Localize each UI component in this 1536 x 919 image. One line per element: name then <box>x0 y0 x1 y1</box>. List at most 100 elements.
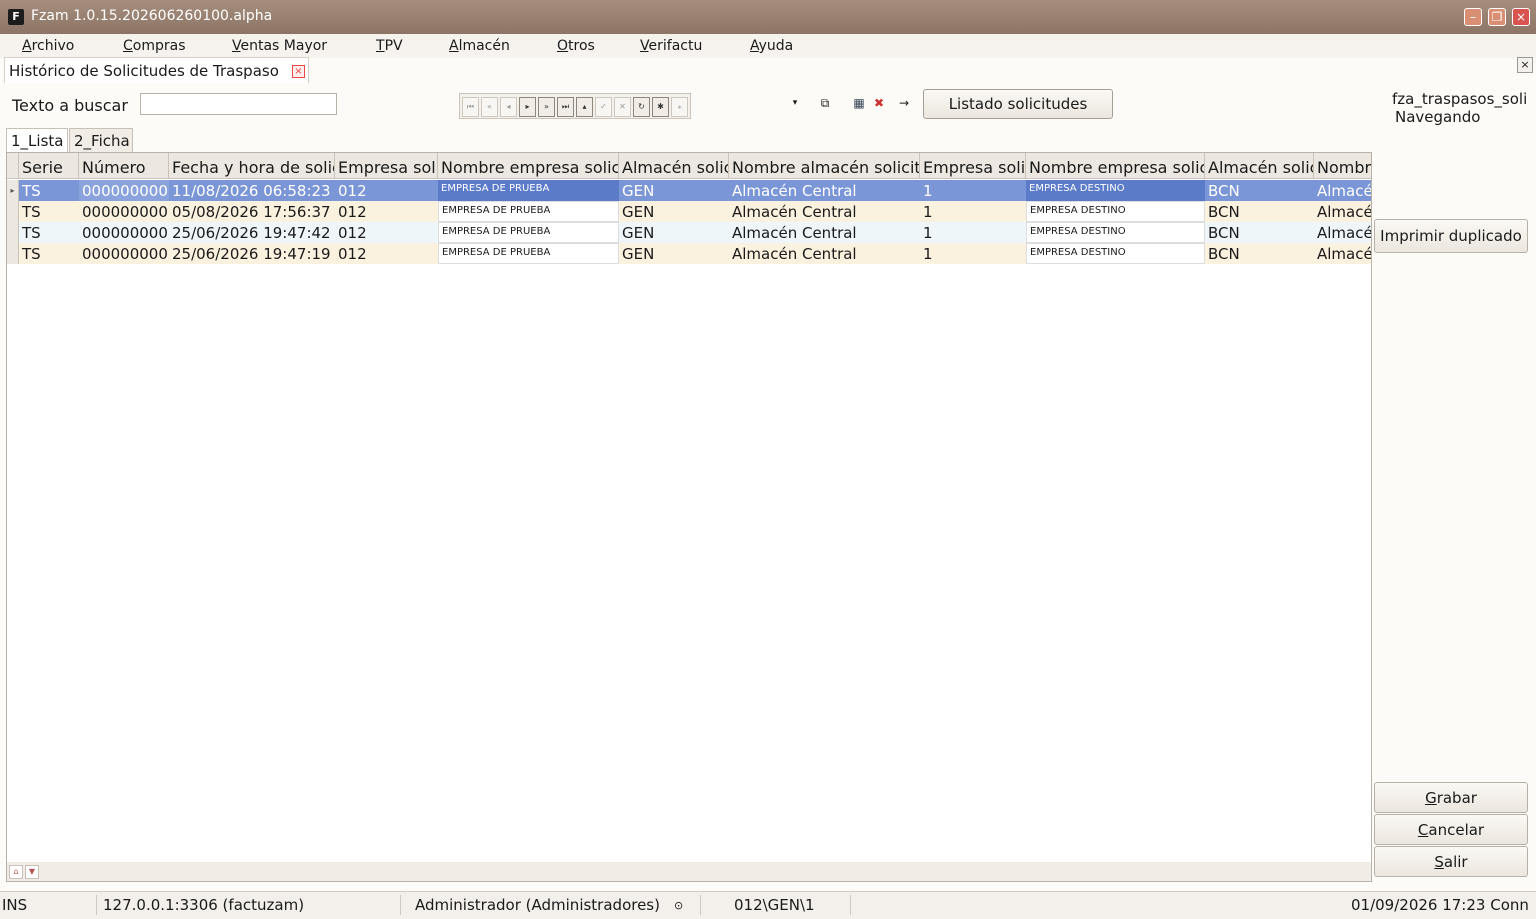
filter-icon[interactable]: ⁎ <box>671 97 688 117</box>
column-header[interactable]: Serie <box>19 153 79 179</box>
menu-almacen[interactable]: Almacén <box>449 38 510 54</box>
table-cell[interactable]: 1 <box>920 243 1026 264</box>
table-row[interactable]: TS 000000000 25/06/2026 19:47:19 012 EMPRESA… <box>7 243 1371 264</box>
column-header[interactable]: Nombre empresa solicit <box>1026 153 1205 179</box>
delete-icon[interactable]: ✖ <box>872 96 886 110</box>
table-cell[interactable]: 11/08/2026 06:58:23 <box>169 180 335 201</box>
grid-options-icon[interactable]: ⌂ <box>9 865 23 879</box>
table-cell[interactable]: 012 <box>335 243 438 264</box>
table-cell[interactable]: EMPRESA DESTINO <box>1026 243 1205 264</box>
next-page-icon[interactable]: » <box>538 97 555 117</box>
table-cell[interactable]: EMPRESA DE PRUEBA <box>438 180 619 201</box>
table-cell[interactable]: EMPRESA DESTINO <box>1026 201 1205 222</box>
arrow-right-icon[interactable]: → <box>897 96 911 110</box>
table-cell[interactable]: GEN <box>619 201 729 222</box>
table-cell[interactable]: TS <box>19 180 79 201</box>
table-cell[interactable]: EMPRESA DESTINO <box>1026 180 1205 201</box>
column-header[interactable]: Nombr <box>1314 153 1371 179</box>
data-grid[interactable]: Serie Número Fecha y hora de solici Empresa… <box>6 152 1372 882</box>
column-header[interactable]: Fecha y hora de solici <box>169 153 335 179</box>
table-row[interactable]: TS 000000000 05/08/2026 17:56:37 012 EMPRESA… <box>7 201 1371 222</box>
table-cell[interactable]: GEN <box>619 180 729 201</box>
table-cell[interactable]: TS <box>19 201 79 222</box>
next-record-icon[interactable]: ▸ <box>519 97 536 117</box>
table-cell[interactable]: 012 <box>335 201 438 222</box>
column-header[interactable]: Nombre empresa solicit <box>438 153 619 179</box>
column-header[interactable]: Almacén solic <box>619 153 729 179</box>
close-panel-icon[interactable]: × <box>1517 57 1533 73</box>
table-cell[interactable]: BCN <box>1205 180 1314 201</box>
menu-tpv[interactable]: TPV <box>376 38 403 54</box>
table-cell[interactable]: 000000000 <box>79 222 169 243</box>
table-cell[interactable]: Almacén Central <box>729 180 920 201</box>
table-row[interactable]: TS 000000000 25/06/2026 19:47:42 012 EMPRESA… <box>7 222 1371 243</box>
menu-ayuda[interactable]: Ayuda <box>750 38 793 54</box>
title-bar[interactable]: F Fzam 1.0.15.202606260100.alpha – ❐ × <box>0 0 1536 34</box>
table-cell[interactable]: BCN <box>1205 222 1314 243</box>
table-cell[interactable]: 012 <box>335 180 438 201</box>
first-record-icon[interactable]: ⏮ <box>462 97 479 117</box>
row-indicator[interactable] <box>7 201 19 222</box>
table-cell[interactable]: Almacé <box>1314 201 1371 222</box>
table-cell[interactable]: 25/06/2026 19:47:19 <box>169 243 335 264</box>
table-cell[interactable]: GEN <box>619 243 729 264</box>
table-cell[interactable]: 1 <box>920 222 1026 243</box>
tab-ficha[interactable]: 2_Ficha <box>69 128 133 152</box>
table-cell[interactable]: BCN <box>1205 201 1314 222</box>
table-cell[interactable]: EMPRESA DE PRUEBA <box>438 222 619 243</box>
table-cell[interactable]: 012 <box>335 222 438 243</box>
insert-record-icon[interactable]: ▴ <box>576 97 593 117</box>
prior-record-icon[interactable]: ◂ <box>500 97 517 117</box>
last-record-icon[interactable]: ⏭ <box>557 97 574 117</box>
table-cell[interactable]: TS <box>19 222 79 243</box>
copy-icon[interactable]: ⧉ <box>818 96 832 110</box>
table-cell[interactable]: 000000000 <box>79 243 169 264</box>
dropdown-arrow-icon[interactable]: ▾ <box>788 96 802 110</box>
menu-ventas-mayor[interactable]: Ventas Mayor <box>232 38 327 54</box>
table-cell[interactable]: 25/06/2026 19:47:42 <box>169 222 335 243</box>
apply-icon[interactable]: ✱ <box>652 97 669 117</box>
post-record-icon[interactable]: ✓ <box>595 97 612 117</box>
table-cell[interactable]: 1 <box>920 201 1026 222</box>
row-indicator[interactable] <box>7 243 19 264</box>
column-header[interactable]: Nombre almacén solicita <box>729 153 920 179</box>
print-icon[interactable]: ▦ <box>852 96 866 110</box>
document-tab[interactable]: Histórico de Solicitudes de Traspaso × <box>4 57 309 83</box>
column-header[interactable]: Empresa solic <box>920 153 1026 179</box>
table-cell[interactable]: Almacén Central <box>729 201 920 222</box>
current-row-icon[interactable]: ▸ <box>7 180 19 201</box>
column-header[interactable]: Almacén solic <box>1205 153 1314 179</box>
menu-otros[interactable]: Otros <box>557 38 595 54</box>
table-cell[interactable]: GEN <box>619 222 729 243</box>
table-cell[interactable]: Almacé <box>1314 243 1371 264</box>
table-cell[interactable]: EMPRESA DE PRUEBA <box>438 243 619 264</box>
close-tab-icon[interactable]: × <box>292 65 305 78</box>
cancel-edit-icon[interactable]: ✕ <box>614 97 631 117</box>
restore-button[interactable]: ❐ <box>1488 8 1506 26</box>
salir-button[interactable]: Salir <box>1374 846 1528 877</box>
grabar-button[interactable]: Grabar <box>1374 782 1528 813</box>
table-cell[interactable]: TS <box>19 243 79 264</box>
table-cell[interactable]: 000000000 <box>79 180 169 201</box>
cancelar-button[interactable]: Cancelar <box>1374 814 1528 845</box>
table-row[interactable]: ▸ TS 000000000 11/08/2026 06:58:23 012 EMPRES… <box>7 180 1371 201</box>
grid-filter-icon[interactable]: ▼ <box>25 865 39 879</box>
column-header[interactable]: Número <box>79 153 169 179</box>
table-cell[interactable]: BCN <box>1205 243 1314 264</box>
table-cell[interactable]: Almacé <box>1314 180 1371 201</box>
refresh-icon[interactable]: ↻ <box>633 97 650 117</box>
table-cell[interactable]: 000000000 <box>79 201 169 222</box>
close-window-button[interactable]: × <box>1512 8 1530 26</box>
table-cell[interactable]: EMPRESA DE PRUEBA <box>438 201 619 222</box>
table-cell[interactable]: Almacén Central <box>729 222 920 243</box>
prior-page-icon[interactable]: « <box>481 97 498 117</box>
row-indicator[interactable] <box>7 222 19 243</box>
menu-compras[interactable]: Compras <box>123 38 186 54</box>
minimize-button[interactable]: – <box>1464 8 1482 26</box>
table-cell[interactable]: 05/08/2026 17:56:37 <box>169 201 335 222</box>
menu-verifactu[interactable]: Verifactu <box>640 38 702 54</box>
menu-archivo[interactable]: Archivo <box>22 38 74 54</box>
table-cell[interactable]: 1 <box>920 180 1026 201</box>
table-cell[interactable]: EMPRESA DESTINO <box>1026 222 1205 243</box>
column-header[interactable]: Empresa solic <box>335 153 438 179</box>
